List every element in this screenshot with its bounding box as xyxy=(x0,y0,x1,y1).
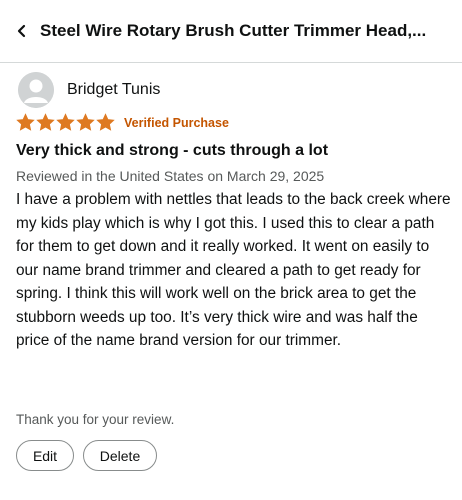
thank-you-message: Thank you for your review. xyxy=(16,412,175,427)
review-body: I have a problem with nettles that leads… xyxy=(16,191,451,349)
star-icon xyxy=(56,113,75,131)
rating-row: Verified Purchase xyxy=(16,113,229,132)
review-actions: Edit Delete xyxy=(16,440,166,471)
star-icon xyxy=(96,113,115,131)
header-divider xyxy=(0,62,462,63)
edit-button[interactable]: Edit xyxy=(16,440,74,471)
star-icon xyxy=(76,113,95,131)
star-rating xyxy=(16,113,116,132)
chevron-left-icon[interactable] xyxy=(12,21,32,41)
star-icon xyxy=(16,113,35,131)
star-icon xyxy=(36,113,55,131)
review-date: Reviewed in the United States on March 2… xyxy=(16,168,325,184)
top-bar: Steel Wire Rotary Brush Cutter Trimmer H… xyxy=(0,0,462,62)
review-title: Very thick and strong - cuts through a l… xyxy=(16,142,329,159)
reviewer-profile: Bridget Tunis xyxy=(18,72,160,108)
avatar xyxy=(18,72,54,108)
product-title[interactable]: Steel Wire Rotary Brush Cutter Trimmer H… xyxy=(40,21,450,41)
delete-button[interactable]: Delete xyxy=(83,440,157,471)
reviewer-name: Bridget Tunis xyxy=(67,81,161,98)
verified-purchase-badge: Verified Purchase xyxy=(124,115,229,130)
person-icon xyxy=(18,72,54,108)
